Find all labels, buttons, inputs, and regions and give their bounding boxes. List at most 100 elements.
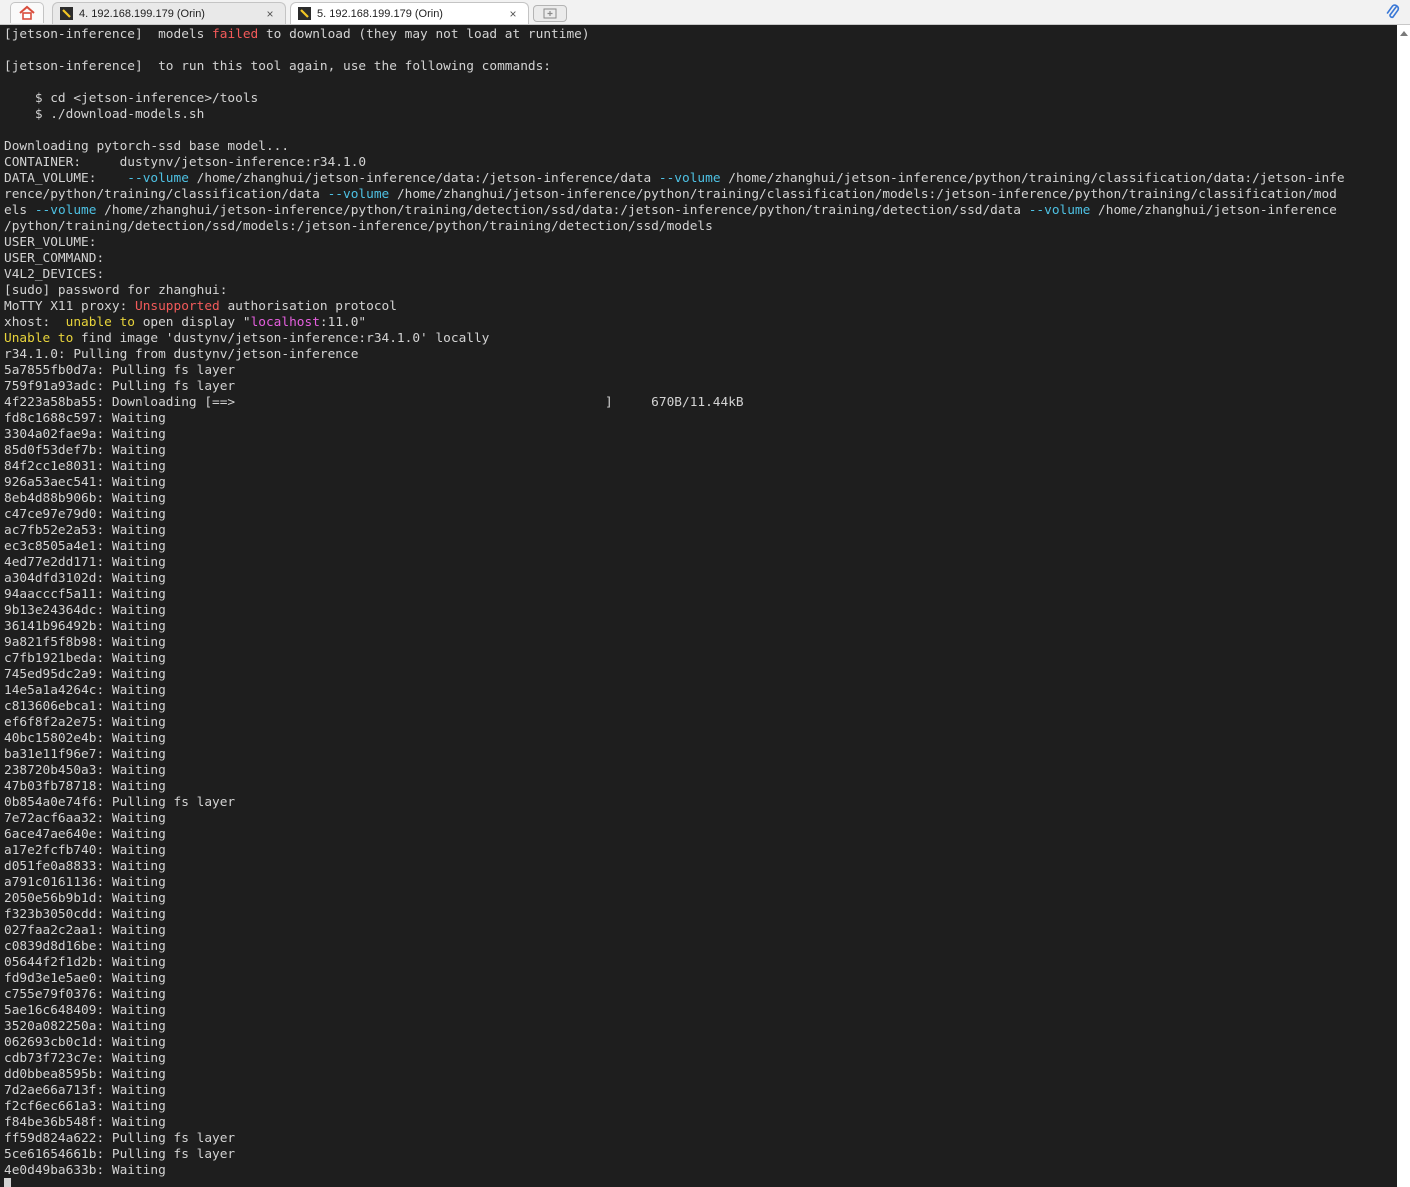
terminal-line: cdb73f723c7e: Waiting bbox=[4, 1051, 1397, 1067]
terminal-line-segment: ff59d824a622: Pulling fs layer bbox=[4, 1131, 236, 1146]
close-icon[interactable]: × bbox=[506, 7, 520, 21]
terminal-line-segment: c7fb1921beda: Waiting bbox=[4, 651, 166, 666]
terminal-line: $ cd <jetson-inference>/tools bbox=[4, 91, 1397, 107]
terminal-line-segment: ef6f8f2a2e75: Waiting bbox=[4, 715, 166, 730]
terminal-line-segment: localhost bbox=[250, 315, 320, 330]
terminal-line-segment: 027faa2c2aa1: Waiting bbox=[4, 923, 166, 938]
terminal-line: a17e2fcfb740: Waiting bbox=[4, 843, 1397, 859]
terminal-line: 062693cb0c1d: Waiting bbox=[4, 1035, 1397, 1051]
scroll-up-arrow-icon[interactable] bbox=[1400, 31, 1408, 36]
terminal-line-segment: 14e5a1a4264c: Waiting bbox=[4, 683, 166, 698]
attachment-button[interactable] bbox=[1384, 3, 1402, 21]
terminal-line: 5ae16c648409: Waiting bbox=[4, 1003, 1397, 1019]
terminal-line-segment: 5ae16c648409: Waiting bbox=[4, 1003, 166, 1018]
terminal-line-segment: V4L2_DEVICES: bbox=[4, 267, 105, 282]
terminal-line: ac7fb52e2a53: Waiting bbox=[4, 523, 1397, 539]
terminal-line: [jetson-inference] models failed to down… bbox=[4, 27, 1397, 43]
terminal-output[interactable]: [jetson-inference] models failed to down… bbox=[0, 25, 1397, 1187]
terminal-line-segment: 7d2ae66a713f: Waiting bbox=[4, 1083, 166, 1098]
terminal-text: [jetson-inference] models failed to down… bbox=[0, 25, 1397, 1179]
terminal-line-segment: f84be36b548f: Waiting bbox=[4, 1115, 166, 1130]
home-icon bbox=[19, 5, 35, 20]
terminal-line: DATA_VOLUME: --volume /home/zhanghui/jet… bbox=[4, 171, 1397, 187]
plus-icon bbox=[543, 8, 557, 19]
terminal-line-segment: 84f2cc1e8031: Waiting bbox=[4, 459, 166, 474]
terminal-line-segment: c755e79f0376: Waiting bbox=[4, 987, 166, 1002]
terminal-line-segment: /home/zhanghui/jetson-inference/data:/je… bbox=[188, 171, 659, 186]
terminal-line: c755e79f0376: Waiting bbox=[4, 987, 1397, 1003]
terminal-line-segment: 4e0d49ba633b: Waiting bbox=[4, 1163, 166, 1178]
terminal-line-segment: $ cd <jetson-inference>/tools bbox=[4, 91, 259, 106]
terminal-line-segment: 9b13e24364dc: Waiting bbox=[4, 603, 166, 618]
terminal-line: V4L2_DEVICES: bbox=[4, 267, 1397, 283]
terminal-line-segment: 47b03fb78718: Waiting bbox=[4, 779, 166, 794]
terminal-line-segment: ac7fb52e2a53: Waiting bbox=[4, 523, 166, 538]
plus-icon-cross bbox=[547, 11, 553, 16]
terminal-line-segment: 3520a082250a: Waiting bbox=[4, 1019, 166, 1034]
terminal-line-segment: rence/python/training/classification/dat… bbox=[4, 187, 328, 202]
terminal-line-segment: Downloading pytorch-ssd base model... bbox=[4, 139, 290, 154]
new-tab-button[interactable] bbox=[533, 5, 567, 22]
terminal-line: 0b854a0e74f6: Pulling fs layer bbox=[4, 795, 1397, 811]
terminal-line: xhost: unable to open display "localhost… bbox=[4, 315, 1397, 331]
terminal-line: /python/training/detection/ssd/models:/j… bbox=[4, 219, 1397, 235]
terminal-line-segment: /home/zhanghui/jetson-inference/python/t… bbox=[720, 171, 1345, 186]
terminal-line: 14e5a1a4264c: Waiting bbox=[4, 683, 1397, 699]
terminal-line: rence/python/training/classification/dat… bbox=[4, 187, 1397, 203]
terminal-line: 926a53aec541: Waiting bbox=[4, 475, 1397, 491]
terminal-line: els --volume /home/zhanghui/jetson-infer… bbox=[4, 203, 1397, 219]
paperclip-icon bbox=[1386, 4, 1400, 19]
terminal-line: 4f223a58ba55: Downloading [==> ] 670B/11… bbox=[4, 395, 1397, 411]
terminal-line-segment: /home/zhanghui/jetson-inference/python/t… bbox=[389, 187, 1337, 202]
terminal-line: ba31e11f96e7: Waiting bbox=[4, 747, 1397, 763]
terminal-line-segment: 5ce61654661b: Pulling fs layer bbox=[4, 1147, 236, 1162]
terminal-line-segment: unable to bbox=[65, 315, 135, 330]
terminal-line: 85d0f53def7b: Waiting bbox=[4, 443, 1397, 459]
terminal-line-segment: 6ace47ae640e: Waiting bbox=[4, 827, 166, 842]
terminal-line-segment: 8eb4d88b906b: Waiting bbox=[4, 491, 166, 506]
terminal-line-segment: $ ./download-models.sh bbox=[4, 107, 205, 122]
terminal-line: 9b13e24364dc: Waiting bbox=[4, 603, 1397, 619]
terminal-line: c0839d8d16be: Waiting bbox=[4, 939, 1397, 955]
vertical-scrollbar[interactable] bbox=[1397, 25, 1410, 1187]
terminal-line: r34.1.0: Pulling from dustynv/jetson-inf… bbox=[4, 347, 1397, 363]
terminal-line: ff59d824a622: Pulling fs layer bbox=[4, 1131, 1397, 1147]
terminal-line-segment: cdb73f723c7e: Waiting bbox=[4, 1051, 166, 1066]
terminal-line: 8eb4d88b906b: Waiting bbox=[4, 491, 1397, 507]
terminal-line-segment: 36141b96492b: Waiting bbox=[4, 619, 166, 634]
terminal-line-segment: [sudo] password for zhanghui: bbox=[4, 283, 228, 298]
terminal-line-segment: f2cf6ec661a3: Waiting bbox=[4, 1099, 166, 1114]
terminal-line: 6ace47ae640e: Waiting bbox=[4, 827, 1397, 843]
terminal-line-segment: ba31e11f96e7: Waiting bbox=[4, 747, 166, 762]
terminal-line-segment: MoTTY X11 proxy: bbox=[4, 299, 135, 314]
terminal-line: 5ce61654661b: Pulling fs layer bbox=[4, 1147, 1397, 1163]
terminal-line-segment: DATA_VOLUME: bbox=[4, 171, 128, 186]
terminal-line-segment: 759f91a93adc: Pulling fs layer bbox=[4, 379, 236, 394]
terminal-line: c7fb1921beda: Waiting bbox=[4, 651, 1397, 667]
terminal-line-segment: [jetson-inference] to run this tool agai… bbox=[4, 59, 552, 74]
terminal-line-segment: 40bc15802e4b: Waiting bbox=[4, 731, 166, 746]
terminal-line-segment: --volume bbox=[127, 171, 189, 186]
terminal-line: 05644f2f1d2b: Waiting bbox=[4, 955, 1397, 971]
terminal-line: 7e72acf6aa32: Waiting bbox=[4, 811, 1397, 827]
terminal-line-segment: fd8c1688c597: Waiting bbox=[4, 411, 166, 426]
terminal-line-segment: [jetson-inference] models bbox=[4, 27, 213, 42]
home-button[interactable] bbox=[10, 2, 44, 23]
terminal-line: 2050e56b9b1d: Waiting bbox=[4, 891, 1397, 907]
tab-session-5[interactable]: 5. 192.168.199.179 (Orin) × bbox=[290, 2, 529, 24]
terminal-line: Downloading pytorch-ssd base model... bbox=[4, 139, 1397, 155]
tab-session-4[interactable]: 4. 192.168.199.179 (Orin) × bbox=[52, 2, 286, 24]
terminal-line-segment: f323b3050cdd: Waiting bbox=[4, 907, 166, 922]
terminal-line: f84be36b548f: Waiting bbox=[4, 1115, 1397, 1131]
close-icon[interactable]: × bbox=[263, 7, 277, 21]
terminal-line: fd9d3e1e5ae0: Waiting bbox=[4, 971, 1397, 987]
terminal-line-segment: /home/zhanghui/jetson-inference/python/t… bbox=[96, 203, 1029, 218]
terminal-line-segment: 5a7855fb0d7a: Pulling fs layer bbox=[4, 363, 236, 378]
terminal-line-segment: --volume bbox=[658, 171, 721, 186]
terminal-line: 027faa2c2aa1: Waiting bbox=[4, 923, 1397, 939]
terminal-line: f323b3050cdd: Waiting bbox=[4, 907, 1397, 923]
terminal-line: dd0bbea8595b: Waiting bbox=[4, 1067, 1397, 1083]
terminal-line-segment: 85d0f53def7b: Waiting bbox=[4, 443, 166, 458]
